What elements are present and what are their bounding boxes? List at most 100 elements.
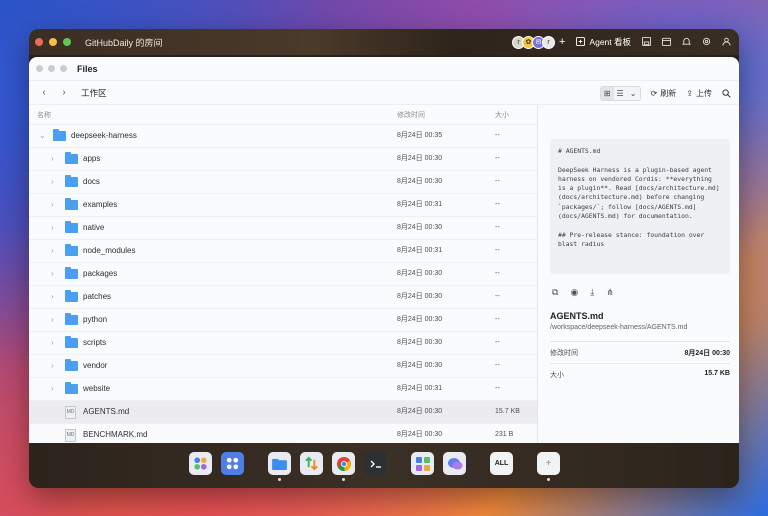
file-name: vendor — [83, 361, 108, 370]
add-member-icon[interactable]: + — [559, 36, 565, 48]
share-icon[interactable]: ⋔ — [606, 287, 614, 298]
file-size: -- — [495, 339, 500, 346]
folder-row[interactable]: › website 8月24日 00:31 -- — [29, 378, 537, 401]
folder-row[interactable]: › patches 8月24日 00:30 -- — [29, 286, 537, 309]
app-window: GitHubDaily 的房间 r ✿ ✉ r + Agent 看板 Files… — [29, 29, 739, 488]
divider — [550, 363, 730, 364]
file-name: deepseek-harness — [71, 131, 137, 140]
dock-files-app[interactable] — [268, 452, 291, 481]
file-name: patches — [83, 292, 112, 301]
panel-minimize-button[interactable] — [48, 65, 55, 72]
gear-icon[interactable] — [701, 37, 711, 47]
folder-row[interactable]: › docs 8月24日 00:30 -- — [29, 171, 537, 194]
files-panel: Files ‹ › 工作区 ⊞ ☰ ⌄ ⟳ 刷新 ⇪ 上传 名称 修改时间 大小… — [29, 57, 739, 471]
file-modified: 8月24日 00:30 — [397, 270, 443, 277]
room-title: GitHubDaily 的房间 — [85, 37, 163, 48]
dock-chrome-app[interactable] — [332, 452, 355, 481]
upload-icon: ⇪ — [686, 88, 693, 98]
file-row[interactable]: MD AGENTS.md 8月24日 00:30 15.7 KB — [29, 401, 537, 424]
titlebar-actions: r ✿ ✉ r + Agent 看板 — [511, 29, 731, 55]
chevron-right-icon[interactable]: › — [51, 309, 54, 331]
folder-row[interactable]: › apps 8月24日 00:30 -- — [29, 148, 537, 171]
file-size: -- — [495, 178, 500, 185]
dock: ALL + — [29, 443, 739, 488]
view-toggle[interactable]: ⊞ ☰ ⌄ — [599, 85, 641, 101]
folder-row[interactable]: › vendor 8月24日 00:30 -- — [29, 355, 537, 378]
file-rows: ⌄ deepseek-harness 8月24日 00:35 -- › apps 8月24日… — [29, 125, 537, 447]
chevron-down-icon[interactable]: ⌄ — [39, 125, 46, 147]
back-icon[interactable]: ‹ — [39, 87, 49, 98]
folder-row[interactable]: › python 8月24日 00:30 -- — [29, 309, 537, 332]
file-preview-content: # AGENTS.md DeepSeek Harness is a plugin… — [550, 139, 730, 274]
panel-close-button[interactable] — [36, 65, 43, 72]
file-size: -- — [495, 155, 500, 162]
avatar[interactable]: r — [541, 35, 555, 49]
forward-icon[interactable]: › — [59, 87, 69, 98]
folder-row[interactable]: ⌄ deepseek-harness 8月24日 00:35 -- — [29, 125, 537, 148]
refresh-button[interactable]: ⟳ 刷新 — [651, 88, 677, 99]
maximize-window-button[interactable] — [63, 38, 71, 46]
folder-icon — [65, 221, 78, 233]
column-modified[interactable]: 修改时间 — [397, 110, 425, 120]
panel-maximize-button[interactable] — [60, 65, 67, 72]
save-icon[interactable] — [641, 37, 651, 47]
agent-board-label: Agent 看板 — [589, 37, 631, 47]
file-name: scripts — [83, 338, 107, 347]
chevron-right-icon[interactable]: › — [51, 263, 54, 285]
eye-icon[interactable]: ◉ — [570, 287, 578, 298]
folder-row[interactable]: › native 8月24日 00:30 -- — [29, 217, 537, 240]
member-avatars[interactable]: r ✿ ✉ r + — [511, 35, 565, 49]
file-size: -- — [495, 201, 500, 208]
file-size: -- — [495, 362, 500, 369]
folder-row[interactable]: › packages 8月24日 00:30 -- — [29, 263, 537, 286]
chevron-down-icon[interactable]: ⌄ — [627, 87, 640, 100]
file-list-header: 名称 修改时间 大小 — [29, 105, 537, 125]
account-icon[interactable] — [721, 37, 731, 47]
upload-button[interactable]: ⇪ 上传 — [686, 88, 712, 99]
chevron-right-icon[interactable]: › — [51, 286, 54, 308]
dock-grid-app[interactable] — [411, 452, 434, 475]
running-indicator — [342, 478, 345, 481]
chevron-right-icon[interactable]: › — [51, 194, 54, 216]
bell-icon[interactable] — [681, 37, 691, 47]
chevron-right-icon[interactable]: › — [51, 355, 54, 377]
list-view-icon[interactable]: ☰ — [614, 87, 627, 100]
folder-row[interactable]: › node_modules 8月24日 00:31 -- — [29, 240, 537, 263]
chevron-right-icon[interactable]: › — [51, 217, 54, 239]
preview-actions: ⧉ ◉ ⤓ ⋔ — [552, 287, 614, 298]
download-icon[interactable]: ⤓ — [590, 287, 594, 298]
file-name: examples — [83, 200, 118, 209]
dock-apps-app[interactable] — [221, 452, 244, 475]
column-size[interactable]: 大小 — [495, 110, 509, 120]
chevron-right-icon[interactable]: › — [51, 378, 54, 400]
chevron-right-icon[interactable]: › — [51, 171, 54, 193]
search-icon[interactable] — [722, 88, 731, 98]
file-modified: 8月24日 00:30 — [397, 178, 443, 185]
chevron-right-icon[interactable]: › — [51, 148, 54, 170]
copy-icon[interactable]: ⧉ — [552, 287, 558, 298]
folder-row[interactable]: › examples 8月24日 00:31 -- — [29, 194, 537, 217]
dock-terminal-app[interactable] — [364, 452, 387, 475]
folder-icon — [65, 359, 78, 371]
column-name[interactable]: 名称 — [37, 110, 51, 120]
dock-add-button[interactable]: + — [537, 452, 560, 481]
file-list: 名称 修改时间 大小 ⌄ deepseek-harness 8月24日 00:35 -… — [29, 105, 537, 471]
grid-view-icon[interactable]: ⊞ — [600, 86, 614, 100]
dock-transfer-app[interactable] — [300, 452, 323, 475]
folder-icon — [53, 129, 66, 141]
folder-icon — [65, 152, 78, 164]
folder-row[interactable]: › scripts 8月24日 00:30 -- — [29, 332, 537, 355]
dock-launcher-app[interactable] — [189, 452, 212, 475]
minimize-window-button[interactable] — [49, 38, 57, 46]
close-window-button[interactable] — [35, 38, 43, 46]
chevron-right-icon[interactable]: › — [51, 332, 54, 354]
breadcrumb[interactable]: 工作区 — [81, 87, 107, 99]
folder-icon — [65, 382, 78, 394]
calendar-icon[interactable] — [661, 37, 671, 47]
folder-icon — [65, 244, 78, 256]
dock-items: ALL + — [189, 452, 560, 481]
dock-all-apps-button[interactable]: ALL — [490, 452, 513, 475]
chevron-right-icon[interactable]: › — [51, 240, 54, 262]
dock-chat-app[interactable] — [443, 452, 466, 475]
agent-board-button[interactable]: Agent 看板 — [575, 36, 631, 48]
